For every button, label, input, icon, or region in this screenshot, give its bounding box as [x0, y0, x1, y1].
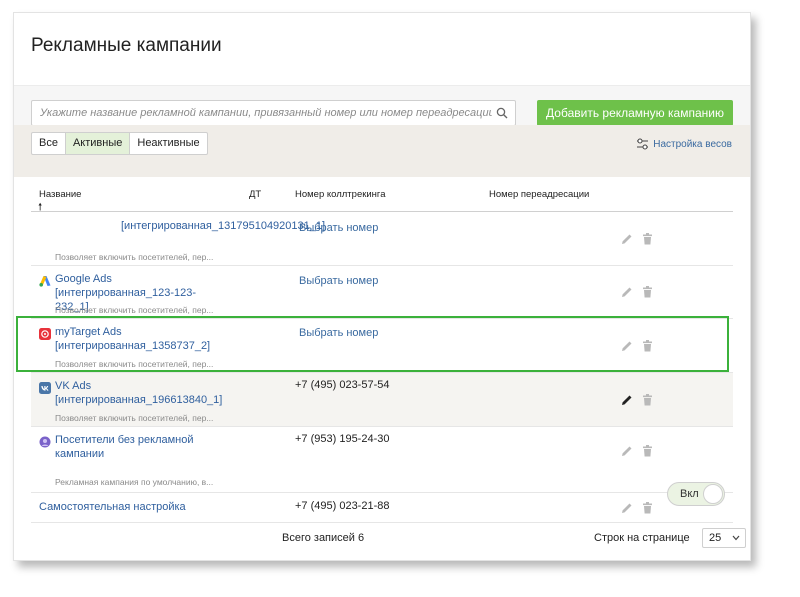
edit-icon[interactable] [621, 285, 633, 303]
table-row: Google Ads [интегрированная_123-123-232_… [31, 266, 733, 319]
add-campaign-button[interactable]: Добавить рекламную кампанию [537, 100, 733, 126]
google-ads-icon [39, 274, 51, 287]
edit-icon[interactable] [621, 232, 633, 250]
rows-per-page-value: 25 [709, 532, 722, 544]
sliders-icon [637, 138, 649, 150]
mytarget-icon [39, 327, 51, 340]
campaign-name-link[interactable]: Посетители без рекламной кампании [55, 433, 225, 461]
calltracking-number: +7 (495) 023-21-88 [295, 500, 390, 512]
edit-icon[interactable] [621, 339, 633, 357]
campaign-desc: Рекламная кампания по умолчанию, в... [55, 477, 214, 487]
filter-all[interactable]: Все [32, 133, 66, 154]
filter-inactive[interactable]: Неактивные [130, 133, 206, 154]
campaign-desc: Позволяет включить посетителей, пер... [55, 413, 214, 423]
toggle-knob [703, 484, 723, 504]
delete-icon[interactable] [642, 285, 653, 303]
edit-icon[interactable] [621, 501, 633, 519]
enable-toggle[interactable]: Вкл [667, 482, 725, 506]
calltracking-number: +7 (495) 023-57-54 [295, 379, 390, 391]
search-input[interactable] [32, 101, 492, 125]
choose-number-link[interactable]: Выбрать номер [299, 275, 378, 287]
col-dt: ДТ [249, 189, 262, 200]
calltracking-number: +7 (953) 195-24-30 [295, 433, 390, 445]
filter-active[interactable]: Активные [65, 133, 131, 154]
chevron-down-icon [732, 535, 740, 541]
toggle-label: Вкл [680, 488, 699, 500]
choose-number-link[interactable]: Выбрать номер [299, 222, 378, 234]
page-title: Рекламные кампании [31, 35, 222, 56]
visitors-icon [39, 435, 51, 448]
col-name[interactable]: Название [39, 189, 81, 200]
edit-icon[interactable] [621, 444, 633, 462]
col-calltracking: Номер коллтрекинга [295, 189, 386, 200]
delete-icon[interactable] [642, 339, 653, 357]
table-row: [интегрированная_131795104920131_1] Позв… [31, 213, 733, 266]
search-box [31, 100, 516, 126]
table-header: Название 🠕 ДТ Номер коллтрекинга Номер п… [31, 187, 733, 213]
search-icon[interactable] [496, 106, 508, 124]
table-row: Самостоятельная настройка +7 (495) 023-2… [31, 493, 733, 523]
table-row: myTarget Ads [интегрированная_1358737_2]… [31, 319, 733, 373]
toolbar: Добавить рекламную кампанию [14, 85, 750, 126]
campaign-name-link[interactable]: VK Ads [интегрированная_196613840_1] [55, 379, 225, 407]
choose-number-link[interactable]: Выбрать номер [299, 327, 378, 339]
filter-bar: Все Активные Неактивные Настройка весов [14, 125, 750, 177]
status-filter: Все Активные Неактивные [31, 132, 208, 155]
campaigns-panel: Рекламные кампании Добавить рекламную ка… [13, 12, 751, 561]
campaign-desc: Позволяет включить посетителей, пер... [55, 305, 214, 315]
weights-settings-link[interactable]: Настройка весов [636, 138, 732, 150]
weights-label: Настройка весов [653, 138, 732, 150]
delete-icon[interactable] [642, 501, 653, 519]
table-row: Посетители без рекламной кампании Реклам… [31, 427, 733, 493]
vk-icon [39, 381, 51, 394]
edit-icon[interactable] [621, 393, 633, 411]
campaign-desc: Позволяет включить посетителей, пер... [55, 252, 214, 262]
rows-per-page-select[interactable]: 25 [702, 528, 746, 548]
delete-icon[interactable] [642, 232, 653, 250]
col-redirect: Номер переадресации [489, 189, 590, 200]
campaign-name-link[interactable]: myTarget Ads [интегрированная_1358737_2] [55, 325, 225, 353]
total-records: Всего записей 6 [282, 532, 365, 544]
campaign-desc: Позволяет включить посетителей, пер... [55, 359, 214, 369]
campaign-name-link[interactable]: Самостоятельная настройка [39, 500, 259, 514]
rows-per-page-label: Строк на странице [594, 532, 690, 544]
campaign-name-link[interactable]: [интегрированная_131795104920131_1] [121, 219, 325, 233]
table-row: VK Ads [интегрированная_196613840_1] Поз… [31, 373, 733, 427]
delete-icon[interactable] [642, 393, 653, 411]
delete-icon[interactable] [642, 444, 653, 462]
